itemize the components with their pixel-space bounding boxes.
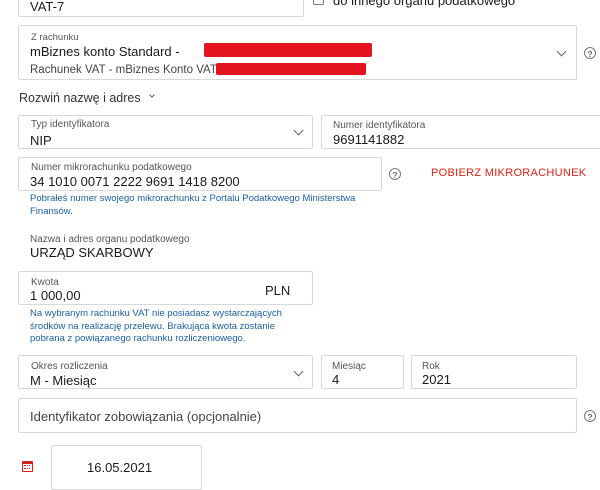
help-icon[interactable]: ? xyxy=(584,47,596,59)
identifier-number-value: 9691141882 xyxy=(333,132,405,147)
calendar-icon[interactable] xyxy=(22,461,33,472)
micro-account-hint: Pobrałeś numer swojego mikrorachunku z P… xyxy=(30,193,356,217)
account-number-redaction xyxy=(204,43,372,57)
amount-hint: Na wybranym rachunku VAT nie posiadasz w… xyxy=(30,308,282,344)
fetch-micro-account-button[interactable]: POBIERZ MIKRORACHUNEK xyxy=(431,167,586,179)
year-value: 2021 xyxy=(422,372,451,387)
chevron-down-icon xyxy=(293,125,304,136)
vat-account-redaction xyxy=(216,63,366,75)
account-label: Z rachunku xyxy=(31,32,79,43)
period-select[interactable]: Okres rozliczenia M - Miesiąc xyxy=(18,355,313,389)
obligation-id-placeholder: Identyfikator zobowiązania (opcjonalnie) xyxy=(30,409,262,424)
identifier-type-value: NIP xyxy=(30,133,52,148)
expand-name-address-link[interactable]: Rozwiń nazwę i adres xyxy=(19,90,141,106)
obligation-id-input[interactable]: Identyfikator zobowiązania (opcjonalnie) xyxy=(18,398,577,433)
other-office-label: do innego organu podatkowego xyxy=(333,0,516,8)
help-icon[interactable]: ? xyxy=(584,410,596,422)
account-name: mBiznes konto Standard - xyxy=(30,44,180,59)
form-type-field[interactable]: VAT-7 xyxy=(18,0,304,17)
tax-office-value: URZĄD SKARBOWY xyxy=(30,245,154,260)
identifier-type-select[interactable]: Typ identyfikatora NIP xyxy=(18,115,313,149)
year-field[interactable]: Rok 2021 xyxy=(411,355,577,389)
help-icon[interactable]: ? xyxy=(389,168,401,180)
micro-account-value: 34 1010 0071 2222 9691 1418 8200 xyxy=(30,174,240,189)
amount-currency: PLN xyxy=(265,283,291,298)
identifier-type-label: Typ identyfikatora xyxy=(31,119,110,130)
period-label: Okres rozliczenia xyxy=(31,361,108,372)
form-type-value: VAT-7 xyxy=(30,0,65,14)
calendar-grid-icon xyxy=(24,465,30,469)
chevron-down-icon xyxy=(149,92,155,98)
date-value: 16.05.2021 xyxy=(87,460,153,475)
month-field[interactable]: Miesiąc 4 xyxy=(321,355,404,389)
identifier-number-label: Numer identyfikatora xyxy=(333,120,426,131)
chevron-down-icon xyxy=(293,366,304,377)
amount-value: 1 000,00 xyxy=(30,288,81,303)
vat-account-name: Rachunek VAT - mBiznes Konto VAT xyxy=(30,64,217,76)
account-select[interactable]: Z rachunku mBiznes konto Standard - Rach… xyxy=(18,25,577,80)
period-value: M - Miesiąc xyxy=(30,373,97,388)
date-field[interactable]: 16.05.2021 xyxy=(51,445,202,490)
other-office-checkbox[interactable] xyxy=(313,0,324,5)
amount-field[interactable]: Kwota 1 000,00 PLN xyxy=(18,271,313,305)
chevron-down-icon xyxy=(556,46,567,57)
month-value: 4 xyxy=(332,372,340,387)
identifier-number-field[interactable]: Numer identyfikatora 9691141882 xyxy=(321,115,600,149)
micro-account-label: Numer mikrorachunku podatkowego xyxy=(31,162,192,173)
micro-account-field[interactable]: Numer mikrorachunku podatkowego 34 1010 … xyxy=(18,157,382,191)
